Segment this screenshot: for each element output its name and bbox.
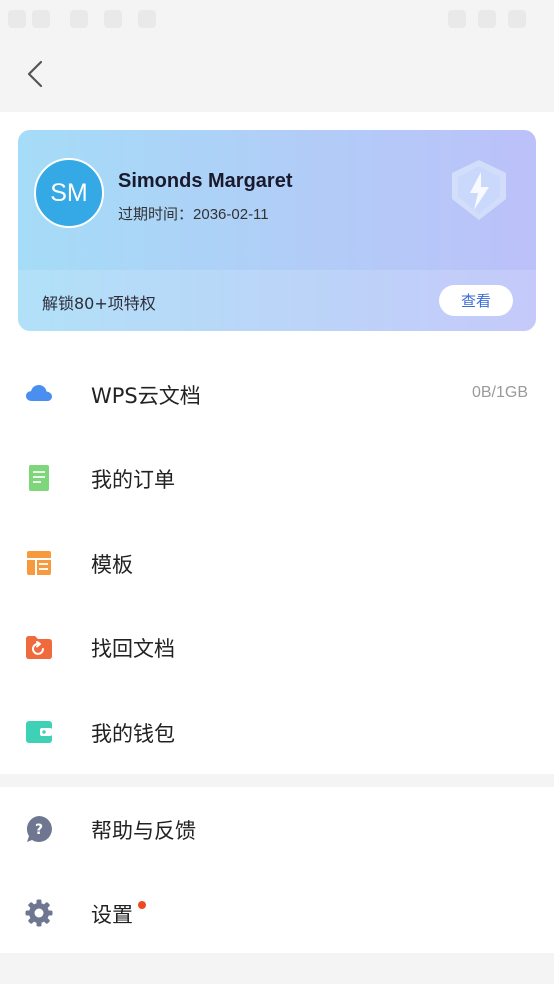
menu-item-settings[interactable]: 设置 (0, 871, 554, 955)
status-icon (8, 10, 26, 28)
menu-item-orders[interactable]: 我的订单 (0, 436, 554, 520)
status-icon (448, 10, 466, 28)
status-icon (32, 10, 50, 28)
status-icon (138, 10, 156, 28)
gear-icon (25, 899, 53, 927)
chevron-left-icon (27, 60, 43, 88)
help-icon: ? (26, 816, 52, 842)
back-button[interactable] (18, 52, 58, 96)
unlock-privileges-text: 解锁80+项特权 (42, 294, 156, 313)
avatar[interactable]: SM (34, 158, 104, 228)
order-icon (29, 465, 49, 491)
menu-label: 找回文档 (91, 637, 175, 661)
menu-label: WPS云文档 (91, 384, 201, 408)
username: Simonds Margaret (118, 170, 293, 192)
notification-dot (138, 901, 146, 909)
status-icon (478, 10, 496, 28)
privilege-bar: 解锁80+项特权 查看 (18, 270, 536, 331)
expiry-label: 过期时间： (118, 205, 194, 223)
template-icon (27, 551, 51, 575)
status-icon (104, 10, 122, 28)
menu-item-wallet[interactable]: 我的钱包 (0, 690, 554, 774)
status-bar-icons (0, 0, 554, 36)
member-card[interactable]: SM Simonds Margaret 过期时间：2036-02-11 解锁80… (18, 130, 536, 331)
menu-label: 帮助与反馈 (91, 819, 196, 843)
menu-item-cloud-docs[interactable]: WPS云文档 0B/1GB (0, 352, 554, 436)
storage-usage: 0B/1GB (471, 384, 528, 401)
menu-label: 模板 (91, 553, 133, 577)
status-icon (70, 10, 88, 28)
recover-folder-icon (26, 636, 52, 659)
status-bar (0, 0, 554, 36)
expiry-date: 2036-02-11 (193, 206, 269, 223)
main-content: SM Simonds Margaret 过期时间：2036-02-11 解锁80… (0, 112, 554, 774)
cloud-icon (26, 385, 52, 401)
menu-label: 我的订单 (91, 468, 175, 492)
support-section: ? 帮助与反馈 设置 (0, 787, 554, 953)
menu-item-recover-docs[interactable]: 找回文档 (0, 605, 554, 689)
svg-text:?: ? (35, 822, 43, 838)
wallet-icon (26, 721, 52, 743)
menu-label: 我的钱包 (91, 722, 175, 746)
status-icon (508, 10, 526, 28)
expiry-row: 过期时间：2036-02-11 (118, 203, 269, 224)
top-bar (0, 36, 554, 112)
menu-label: 设置 (91, 903, 133, 927)
member-badge-icon (452, 160, 506, 220)
menu-item-help-feedback[interactable]: ? 帮助与反馈 (0, 787, 554, 871)
view-button[interactable]: 查看 (439, 285, 513, 316)
menu-item-templates[interactable]: 模板 (0, 521, 554, 605)
avatar-initials: SM (50, 178, 88, 207)
